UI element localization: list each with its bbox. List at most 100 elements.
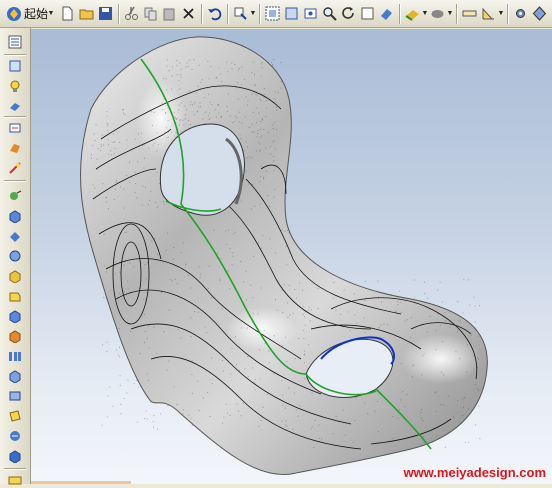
select-filter-button[interactable] [232, 5, 249, 22]
pan-icon [304, 8, 317, 19]
sketch-button[interactable] [6, 188, 23, 204]
assembly-icon [9, 60, 20, 72]
zoom-window-icon [285, 7, 298, 20]
bounded-plane-button[interactable] [6, 472, 23, 488]
shade-button[interactable] [359, 5, 376, 22]
pattern-button[interactable] [6, 368, 23, 384]
pocket-icon [9, 292, 20, 302]
shell-button[interactable] [6, 348, 23, 364]
start-icon [7, 6, 21, 21]
extrude-button[interactable] [6, 208, 23, 224]
hole-icon [9, 250, 20, 262]
chevron-down-icon[interactable]: ▼ [422, 5, 429, 22]
sidebar-separator [4, 54, 26, 55]
new-file-button[interactable] [59, 5, 76, 22]
edge-blend-icon [9, 310, 20, 323]
rotate-button[interactable] [340, 5, 357, 22]
web-icon [9, 144, 20, 153]
select-filter-icon [234, 7, 247, 20]
paste-icon [163, 8, 175, 21]
pocket-button[interactable] [6, 288, 23, 304]
assembly-navigator-button[interactable] [6, 58, 23, 74]
bounded-plane-icon [8, 476, 21, 485]
part-navigator-button[interactable] [6, 34, 23, 50]
trim-body-icon [8, 410, 21, 422]
toolbar-separator [507, 3, 509, 24]
shade-icon [361, 7, 374, 20]
edge-blend-button[interactable] [6, 308, 23, 324]
display-options-button[interactable] [429, 5, 446, 22]
freeform-surface-model[interactable] [31, 29, 552, 484]
magnifier-icon [323, 7, 337, 21]
render-style-button[interactable] [378, 5, 395, 22]
surface-highlight [226, 307, 296, 351]
undo-icon [208, 8, 222, 21]
open-file-button[interactable] [78, 5, 95, 22]
trim-body-button[interactable] [6, 408, 23, 424]
analysis-icon [482, 7, 495, 20]
copy-button[interactable] [142, 5, 159, 22]
extrude-icon [9, 210, 20, 223]
toolbar-separator [399, 3, 401, 24]
pattern-icon [9, 370, 20, 383]
measure-icon [462, 10, 477, 17]
toolbar-separator [118, 3, 120, 24]
save-file-button[interactable] [97, 5, 114, 22]
delete-button[interactable] [180, 5, 197, 22]
measure-button[interactable] [461, 5, 478, 22]
zoom-window-button[interactable] [283, 5, 300, 22]
sidebar-separator [4, 468, 26, 469]
pan-button[interactable] [302, 5, 319, 22]
sidebar-separator [4, 116, 26, 117]
start-label: 起始 [24, 7, 49, 21]
material-button[interactable] [531, 5, 548, 22]
view-orientation-icon [405, 10, 420, 21]
web-browser-button[interactable] [6, 140, 23, 156]
undo-button[interactable] [206, 5, 223, 22]
history-button[interactable] [6, 120, 23, 136]
chevron-down-icon[interactable]: ▼ [498, 5, 505, 22]
reuse-library-button[interactable] [6, 78, 23, 94]
graphics-viewport[interactable]: www.meiyadesign.com [31, 29, 552, 484]
delete-icon [183, 8, 194, 19]
fit-view-icon [265, 6, 280, 21]
hole-button[interactable] [6, 248, 23, 264]
materials-icon [8, 162, 21, 174]
revolve-icon [9, 232, 20, 242]
chevron-down-icon[interactable]: ▼ [48, 5, 55, 22]
view-orientation-button[interactable] [404, 5, 421, 22]
render-style-icon [381, 9, 393, 20]
analysis-button[interactable] [480, 5, 497, 22]
settings-button[interactable] [512, 5, 529, 22]
toolbar-separator [259, 3, 261, 24]
gear-icon [516, 9, 526, 18]
through-curves-button[interactable] [6, 448, 23, 464]
chamfer-icon [9, 330, 20, 343]
boss-icon [9, 270, 20, 283]
toolbar-separator [201, 3, 203, 24]
diamond-icon [532, 6, 547, 21]
fit-view-button[interactable] [264, 5, 281, 22]
sketch-icon [9, 190, 21, 200]
chamfer-button[interactable] [6, 328, 23, 344]
chevron-down-icon[interactable]: ▼ [447, 5, 454, 22]
main-toolbar: 起始 ▼ ▼ ▼ ▼ ▼ [0, 0, 552, 28]
boss-button[interactable] [6, 268, 23, 284]
new-file-icon [62, 6, 73, 21]
system-materials-button[interactable] [6, 160, 23, 176]
revolve-button[interactable] [6, 228, 23, 244]
chevron-down-icon[interactable]: ▼ [250, 5, 257, 22]
rotate-icon [342, 7, 354, 19]
zoom-button[interactable] [321, 5, 338, 22]
sew-button[interactable] [6, 428, 23, 444]
open-folder-icon [79, 9, 94, 20]
start-button[interactable]: 起始 ▼ [4, 4, 56, 24]
mirror-button[interactable] [6, 388, 23, 404]
watermark: www.meiyadesign.com [403, 465, 546, 480]
paste-button[interactable] [161, 5, 178, 22]
roles-icon [9, 103, 20, 111]
scissors-icon [125, 6, 139, 20]
cut-button[interactable] [123, 5, 140, 22]
roles-button[interactable] [6, 98, 23, 114]
sew-icon [9, 431, 20, 441]
